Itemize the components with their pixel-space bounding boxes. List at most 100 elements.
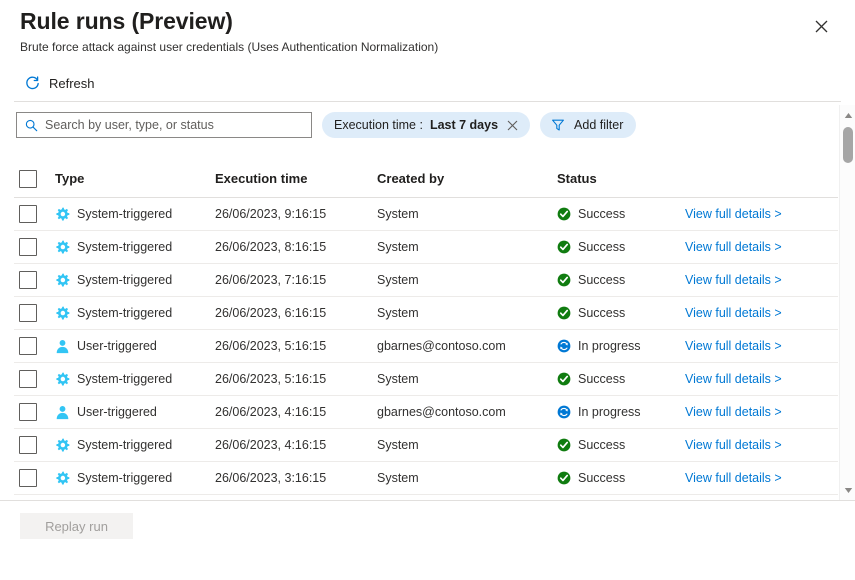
row-select-cell [14,337,55,355]
table-row[interactable]: User-triggered26/06/2023, 5:16:15gbarnes… [14,330,838,363]
table-row[interactable]: System-triggered26/06/2023, 9:16:15Syste… [14,198,838,231]
chevron-down-icon [844,487,853,494]
view-full-details-link[interactable]: View full details > [685,240,782,254]
cell-execution-time: 26/06/2023, 9:16:15 [215,207,377,221]
success-icon [557,438,571,452]
view-full-details-link[interactable]: View full details > [685,339,782,353]
status-badge-label: In progress [578,405,641,419]
view-full-details-link[interactable]: View full details > [685,306,782,320]
rule-runs-table: Type Execution time Created by Status Sy… [14,160,838,495]
row-checkbox[interactable] [19,304,37,322]
cell-type: System-triggered [55,207,215,222]
table-row[interactable]: System-triggered26/06/2023, 4:16:15Syste… [14,429,838,462]
gear-icon [55,438,70,453]
search-input[interactable] [45,118,303,132]
status-badge-label: Success [578,438,625,452]
column-header-execution-time[interactable]: Execution time [215,171,377,186]
row-checkbox[interactable] [19,436,37,454]
cell-type-label: User-triggered [77,405,157,419]
scroll-down-button[interactable] [840,482,855,498]
row-checkbox[interactable] [19,271,37,289]
view-full-details-link[interactable]: View full details > [685,405,782,419]
footer-divider [0,500,855,501]
search-box[interactable] [16,112,312,138]
table-row[interactable]: System-triggered26/06/2023, 3:16:15Syste… [14,462,838,495]
replay-run-button[interactable]: Replay run [20,513,133,539]
row-select-cell [14,469,55,487]
row-select-cell [14,271,55,289]
row-checkbox[interactable] [19,205,37,223]
user-icon [55,405,70,420]
column-header-execution-time-label: Execution time [215,171,307,186]
cell-created-by: System [377,372,557,386]
cell-status: In progress [557,405,685,419]
row-checkbox[interactable] [19,238,37,256]
row-select-cell [14,205,55,223]
cell-created-by: System [377,306,557,320]
select-all-checkbox[interactable] [19,170,37,188]
sync-icon [557,405,571,419]
cell-type: System-triggered [55,240,215,255]
filter-bar: Execution time : Last 7 days Add filter [16,112,636,138]
row-checkbox[interactable] [19,469,37,487]
row-select-cell [14,436,55,454]
refresh-button[interactable]: Refresh [20,73,99,94]
column-header-created-by[interactable]: Created by [377,171,557,186]
filter-pill-field: Execution time : [334,118,423,132]
cell-type: System-triggered [55,471,215,486]
refresh-label: Refresh [49,76,95,91]
filter-pill-remove-button[interactable] [507,120,518,131]
cell-actions: View full details > [685,372,838,386]
row-checkbox[interactable] [19,403,37,421]
gear-icon [55,240,70,255]
table-vertical-scrollbar[interactable] [839,105,855,500]
view-full-details-link[interactable]: View full details > [685,471,782,485]
table-row[interactable]: System-triggered26/06/2023, 8:16:15Syste… [14,231,838,264]
table-row[interactable]: System-triggered26/06/2023, 5:16:15Syste… [14,363,838,396]
column-header-type[interactable]: Type [55,171,215,186]
gear-icon [55,306,70,321]
close-panel-button[interactable] [807,12,835,40]
cell-created-by: System [377,438,557,452]
filter-pill-value: Last 7 days [430,118,498,132]
scroll-up-button[interactable] [840,107,855,123]
cell-execution-time: 26/06/2023, 4:16:15 [215,438,377,452]
gear-icon [55,273,70,288]
success-icon [557,273,571,287]
cell-actions: View full details > [685,306,838,320]
close-icon [815,20,828,33]
view-full-details-link[interactable]: View full details > [685,438,782,452]
row-checkbox[interactable] [19,337,37,355]
cell-actions: View full details > [685,240,838,254]
view-full-details-link[interactable]: View full details > [685,273,782,287]
cell-actions: View full details > [685,339,838,353]
cell-actions: View full details > [685,207,838,221]
cell-type-label: System-triggered [77,240,172,254]
cell-type-label: System-triggered [77,372,172,386]
add-filter-button[interactable]: Add filter [540,112,636,138]
gear-icon [55,207,70,222]
gear-icon [55,471,70,486]
table-row[interactable]: System-triggered26/06/2023, 6:16:15Syste… [14,297,838,330]
view-full-details-link[interactable]: View full details > [685,207,782,221]
filter-pill-execution-time[interactable]: Execution time : Last 7 days [322,112,530,138]
sync-icon [557,339,571,353]
row-checkbox[interactable] [19,370,37,388]
refresh-icon [24,75,41,92]
column-header-status[interactable]: Status [557,171,685,186]
select-all-cell [14,170,55,188]
view-full-details-link[interactable]: View full details > [685,372,782,386]
cell-execution-time: 26/06/2023, 3:16:15 [215,471,377,485]
cell-created-by: gbarnes@contoso.com [377,405,557,419]
success-icon [557,471,571,485]
scrollbar-thumb[interactable] [843,127,853,163]
cell-execution-time: 26/06/2023, 5:16:15 [215,339,377,353]
success-icon [557,306,571,320]
table-row[interactable]: System-triggered26/06/2023, 7:16:15Syste… [14,264,838,297]
cell-type-label: User-triggered [77,339,157,353]
cell-actions: View full details > [685,405,838,419]
table-row[interactable]: User-triggered26/06/2023, 4:16:15gbarnes… [14,396,838,429]
status-badge-label: Success [578,471,625,485]
cell-status: Success [557,471,685,485]
cell-status: Success [557,240,685,254]
